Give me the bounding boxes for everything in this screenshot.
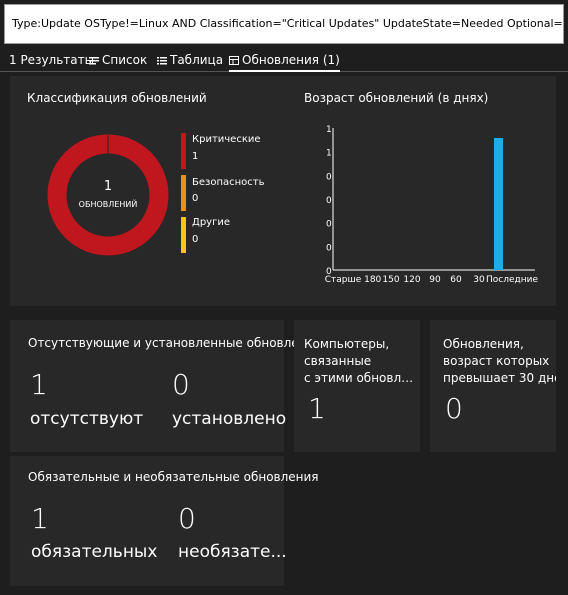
legend-name-critical[interactable]: Критические: [192, 134, 261, 145]
legend-color-other: [181, 217, 186, 253]
x-tick-label: 120: [403, 275, 420, 285]
old-updates-tile[interactable]: Обновления, возраст которых превышает 30…: [430, 320, 556, 452]
legend-color-security: [181, 175, 186, 211]
missing-installed-panel: Отсутствующие и установленные обновления…: [10, 320, 322, 452]
query-input[interactable]: Type:Update OSType!=Linux AND Classifica…: [4, 4, 564, 44]
missing-label: отсутствуют: [30, 409, 144, 429]
tab-results[interactable]: 1 Результаты: [9, 53, 94, 67]
optional-label: необязате...: [178, 542, 287, 562]
missing-installed-title: Отсутствующие и установленные обновления: [28, 336, 322, 350]
x-tick-label: Старше 180: [325, 275, 382, 285]
missing-value[interactable]: 1: [30, 368, 48, 401]
installed-value[interactable]: 0: [172, 368, 190, 401]
tab-bar: 1 Результаты Список Таблица Обновления (…: [0, 50, 568, 72]
age-chart-panel: Возраст обновлений (в днях) 1 1 0 0 0 0 0 Старш…: [290, 76, 556, 306]
legend-value-security: 0: [192, 193, 199, 204]
computers-title-line1: Компьютеры,: [304, 337, 390, 351]
old-updates-value[interactable]: 0: [445, 392, 463, 425]
y-tick-label: 0: [326, 196, 332, 206]
y-tick-label: 1: [326, 125, 332, 135]
list-icon: [89, 54, 99, 68]
donut-value: 1: [103, 179, 113, 194]
installed-label: установлено: [172, 409, 287, 429]
legend-value-other: 0: [192, 234, 199, 245]
y-tick-label: 0: [326, 220, 332, 230]
table-list-icon: [157, 54, 167, 68]
legend-color-critical: [181, 133, 186, 169]
legend-value-critical: 1: [192, 151, 199, 162]
y-tick-label: 0: [326, 243, 332, 253]
old-updates-title-line1: Обновления,: [443, 337, 524, 351]
tab-updates-label: Обновления (1): [242, 53, 340, 67]
donut-label: ОБНОВЛЕНИЙ: [78, 200, 138, 209]
tab-table[interactable]: Таблица: [157, 53, 223, 68]
computers-title-line2: связанные: [304, 354, 372, 368]
grid-icon: [229, 54, 239, 68]
computers-title-line3: с этими обновлен...: [304, 371, 420, 385]
tab-list-label: Список: [102, 53, 148, 67]
tab-list[interactable]: Список: [89, 53, 147, 68]
x-tick-label: 30: [473, 275, 485, 285]
donut-segment-critical[interactable]: [47, 134, 169, 256]
tab-updates[interactable]: Обновления (1): [229, 53, 340, 72]
age-bar-chart[interactable]: 1100000Старше 180 150 120 90 60 30 Последние: [290, 116, 556, 296]
old-updates-title-line2: возраст которых: [443, 354, 550, 368]
required-label: обязательных: [31, 542, 158, 562]
required-value[interactable]: 1: [31, 502, 49, 535]
y-tick-label: 1: [326, 149, 332, 159]
classification-donut[interactable]: [46, 133, 170, 257]
required-optional-title: Обязательные и необязательные обновления: [28, 470, 319, 484]
x-tick-label: 90: [429, 275, 441, 285]
required-optional-panel: Обязательные и необязательные обновления…: [10, 456, 319, 586]
legend-name-security[interactable]: Безопасность: [192, 177, 265, 188]
legend-name-other[interactable]: Другие: [192, 217, 230, 228]
classification-title: Классификация обновлений: [27, 91, 207, 105]
y-tick-label: 0: [326, 172, 332, 182]
old-updates-title-line3: превышает 30 дней: [443, 371, 556, 385]
optional-value[interactable]: 0: [178, 502, 196, 535]
age-chart-title: Возраст обновлений (в днях): [304, 91, 489, 105]
computers-value[interactable]: 1: [308, 392, 326, 425]
tab-table-label: Таблица: [170, 53, 224, 67]
classification-panel: Классификация обновлений 1 ОБНОВЛЕНИЙ Кр…: [10, 76, 290, 306]
x-tick-label: 150: [382, 275, 399, 285]
x-tick-label: 60: [450, 275, 462, 285]
computers-tile[interactable]: Компьютеры, связанные с этими обновлен..…: [294, 320, 420, 452]
x-tick-label: Последние: [486, 275, 538, 285]
bar-6[interactable]: [494, 138, 503, 270]
